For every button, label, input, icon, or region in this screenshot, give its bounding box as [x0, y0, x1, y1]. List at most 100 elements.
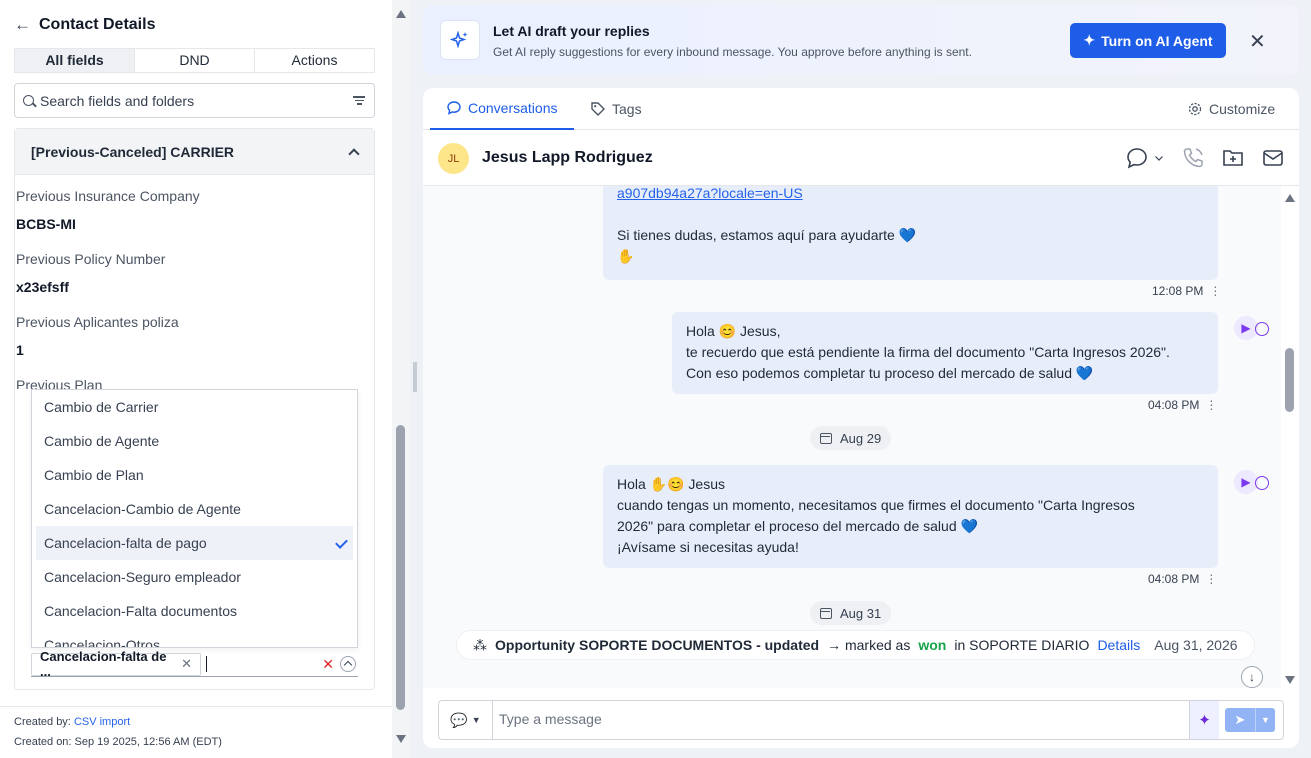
field-previous-insurance-company: Previous Insurance Company BCBS-MI	[16, 188, 200, 232]
tab-dnd[interactable]: DND	[135, 49, 255, 72]
tab-tags[interactable]: Tags	[590, 88, 642, 130]
scroll-up-arrow-icon[interactable]	[1285, 194, 1295, 202]
message-text: Hola ✋😊 Jesus	[617, 476, 726, 492]
dropdown-option[interactable]: Cancelacion-Otros	[36, 628, 353, 647]
field-value[interactable]: x23efsff	[16, 279, 165, 295]
close-icon[interactable]: ✕	[1249, 29, 1266, 54]
checkmark-icon	[335, 536, 348, 549]
tab-conversations[interactable]: Conversations	[430, 88, 574, 130]
more-icon[interactable]: ⋮	[1209, 284, 1221, 298]
created-by-label: Created by:	[14, 716, 71, 728]
scroll-thumb[interactable]	[1285, 348, 1294, 412]
created-by-link[interactable]: CSV import	[74, 716, 130, 728]
channel-switcher[interactable]	[1125, 146, 1165, 170]
contact-details-panel: ← Contact Details All fields DND Actions…	[0, 0, 392, 758]
calendar-icon	[820, 607, 832, 619]
field-label: Previous Insurance Company	[16, 188, 200, 204]
date-separator: Aug 29	[810, 426, 892, 450]
message-bubble: Hola 😊 Jesus, te recuerdo que está pendi…	[672, 312, 1218, 394]
message-link[interactable]: a907db94a27a?locale=en-US	[617, 186, 1204, 204]
back-arrow-icon[interactable]: ←	[14, 15, 31, 35]
message-text: Con eso podemos completar tu proceso del…	[686, 365, 1094, 381]
dropdown-option[interactable]: Cambio de Carrier	[36, 390, 353, 424]
field-previous-policy-number: Previous Policy Number x23efsff	[16, 251, 165, 295]
clear-icon[interactable]: ✕	[322, 656, 334, 673]
bot-chat-icon[interactable]	[1255, 476, 1269, 490]
ai-banner: Let AI draft your replies Get AI reply s…	[423, 5, 1299, 75]
gear-icon	[1188, 102, 1202, 116]
tab-actions[interactable]: Actions	[255, 49, 374, 72]
dropdown-option[interactable]: Cancelacion-Cambio de Agente	[36, 492, 353, 526]
contact-details-title: Contact Details	[39, 16, 156, 33]
message-text: ¡Avísame si necesitas ayuda!	[617, 539, 799, 555]
mail-icon[interactable]	[1261, 146, 1285, 170]
scroll-up-arrow-icon[interactable]	[396, 10, 406, 18]
field-search-input[interactable]: Search fields and folders	[14, 83, 375, 118]
send-button[interactable]: ➤ ▼	[1225, 708, 1275, 732]
dropdown-option[interactable]: Cambio de Agente	[36, 424, 353, 458]
tab-all-fields[interactable]: All fields	[15, 49, 135, 72]
more-icon[interactable]: ⋮	[1205, 398, 1217, 412]
dropdown-option[interactable]: Cambio de Plan	[36, 458, 353, 492]
calendar-icon	[820, 432, 832, 444]
sparkle-icon: ✦	[1083, 32, 1096, 48]
scroll-down-arrow-icon[interactable]	[1285, 676, 1295, 684]
opportunity-pipeline: in SOPORTE DIARIO	[954, 637, 1090, 653]
sparkle-icon	[440, 20, 480, 60]
timestamp-text: 12:08 PM	[1152, 284, 1204, 298]
message-input[interactable]: Type a message	[499, 711, 602, 727]
send-icon: ➤	[1234, 712, 1246, 727]
chip-label: Cancelacion-falta de ...	[40, 649, 167, 679]
section-header[interactable]: [Previous-Canceled] CARRIER	[15, 129, 374, 175]
dropdown-option[interactable]: Cancelacion-Falta documentos	[36, 594, 353, 628]
bot-chat-icon[interactable]	[1255, 322, 1269, 336]
message-text: 2026" para completar el proceso del merc…	[617, 518, 978, 534]
customize-button[interactable]: Customize	[1187, 88, 1275, 130]
left-scrollbar[interactable]	[392, 0, 410, 758]
created-on: Created on: Sep 19 2025, 12:56 AM (EDT)	[14, 736, 222, 748]
date-separator: Aug 31	[810, 601, 892, 625]
field-previous-aplicantes-poliza: Previous Aplicantes poliza 1	[16, 314, 179, 358]
contact-name[interactable]: Jesus Lapp Rodriguez	[482, 149, 653, 167]
field-value[interactable]: 1	[16, 342, 179, 358]
opportunity-status: won	[918, 637, 947, 653]
section-title: [Previous-Canceled] CARRIER	[31, 143, 235, 160]
timestamp-text: 04:08 PM	[1148, 572, 1200, 586]
search-icon	[23, 95, 34, 106]
header-actions	[1125, 146, 1285, 170]
scroll-thumb[interactable]	[396, 425, 405, 710]
field-label: Previous Plan	[16, 377, 103, 389]
dropdown-option-selected[interactable]: Cancelacion-falta de pago	[36, 526, 353, 560]
opportunity-event: ⁂ Opportunity SOPORTE DOCUMENTOS - updat…	[456, 630, 1255, 660]
ai-assist-icon[interactable]: ✦	[1189, 701, 1219, 739]
previous-plan-multiselect[interactable]: Cancelacion-falta de ... ✕ ✕	[31, 649, 358, 679]
message-text: Hola 😊 Jesus,	[686, 323, 781, 339]
chevron-down-icon	[1155, 156, 1163, 161]
timestamp-text: 04:08 PM	[1148, 398, 1200, 412]
chat-scrollbar[interactable]	[1281, 186, 1299, 688]
app-root: ← Contact Details All fields DND Actions…	[0, 0, 1311, 758]
send-options-chevron-icon[interactable]: ▼	[1255, 708, 1275, 732]
banner-subtitle: Get AI reply suggestions for every inbou…	[493, 45, 972, 59]
chevron-up-icon[interactable]	[348, 147, 360, 160]
more-icon[interactable]: ⋮	[1205, 572, 1217, 586]
conversation-panel: Conversations Tags Customize JL Jesus La…	[423, 88, 1299, 748]
chip-remove-icon[interactable]: ✕	[181, 656, 192, 672]
scroll-down-arrow-icon[interactable]	[396, 735, 406, 743]
scroll-to-bottom-icon[interactable]: ↓	[1241, 666, 1263, 688]
button-label: Turn on AI Agent	[1101, 32, 1213, 49]
date-text: Aug 29	[840, 430, 882, 446]
phone-icon[interactable]	[1181, 146, 1205, 170]
dropdown-option[interactable]: Cancelacion-Seguro empleador	[36, 560, 353, 594]
resize-handle[interactable]	[413, 362, 417, 392]
message-text: Si tienes dudas, estamos aquí para ayuda…	[617, 227, 917, 243]
details-link[interactable]: Details	[1097, 637, 1140, 653]
filter-icon[interactable]	[352, 96, 366, 105]
channel-type-selector[interactable]: 💬 ▼	[439, 701, 493, 739]
field-value[interactable]: BCBS-MI	[16, 216, 200, 232]
turn-on-ai-agent-button[interactable]: ✦ Turn on AI Agent	[1070, 23, 1226, 58]
opportunity-arrow: → marked as	[827, 637, 911, 653]
add-folder-icon[interactable]	[1221, 146, 1245, 170]
collapse-icon[interactable]	[340, 656, 356, 672]
previous-plan-dropdown: Cambio de Carrier Cambio de Agente Cambi…	[31, 389, 358, 648]
